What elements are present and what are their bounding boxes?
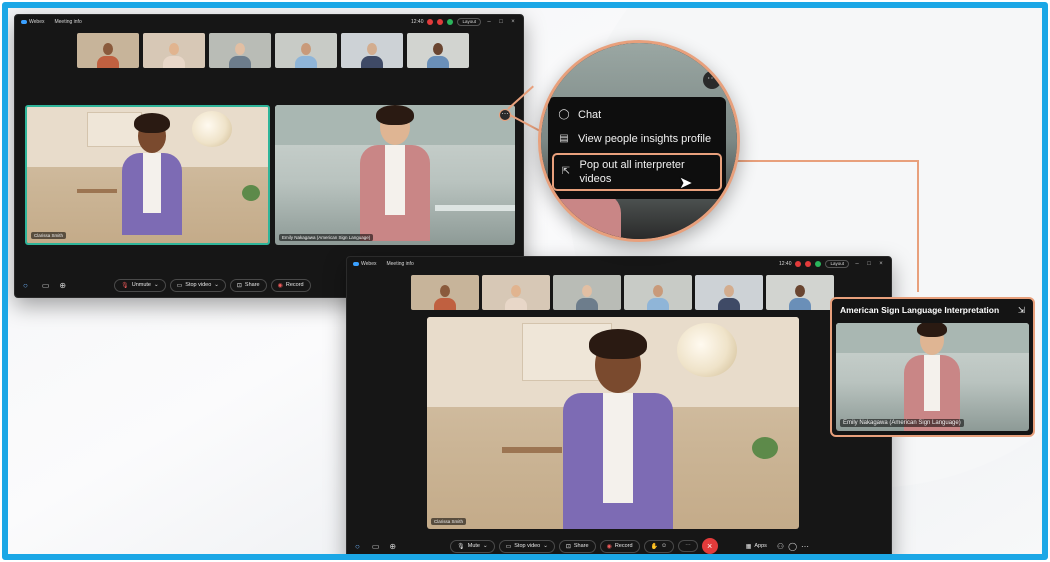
status-dot-green-icon — [447, 19, 454, 25]
maximize-icon[interactable]: □ — [865, 261, 873, 267]
pop-in-icon[interactable]: ⇲ — [1018, 305, 1025, 316]
video-tile-active-speaker[interactable]: Clarissa Smith — [25, 105, 270, 245]
clock: 12:40 — [410, 19, 424, 25]
interpreter-video[interactable]: Emily Nakagawa (American Sign Language) — [836, 323, 1029, 431]
participant-context-menu: ◯ Chat ▤ View people insights profile ⇱ Pop… — [548, 97, 726, 199]
participant-name-label: Clarissa Smith — [431, 518, 467, 525]
status-dot-red-icon — [795, 261, 802, 267]
clock: 12:40 — [778, 261, 792, 267]
participant-thumb[interactable] — [482, 275, 550, 310]
webex-assistant-icon[interactable]: ○ — [23, 281, 28, 290]
apps-button[interactable]: ▦ Apps — [740, 541, 773, 552]
maximize-icon[interactable]: □ — [497, 19, 505, 25]
stop-video-button[interactable]: ▭ Stop video ⌄ — [498, 539, 555, 553]
mute-button[interactable]: 🎙 Mute ⌄ — [450, 539, 495, 553]
participant-thumb[interactable] — [407, 33, 469, 68]
unmute-button[interactable]: 🎙 Unmute ⌄ — [114, 278, 166, 292]
participant-name-label: Emily Nakagawa (American Sign Language) — [279, 234, 374, 241]
video-tile-main[interactable]: Clarissa Smith — [427, 317, 799, 529]
participant-thumb[interactable] — [695, 275, 763, 310]
menu-item-chat[interactable]: ◯ Chat — [548, 103, 726, 127]
record-button[interactable]: ◉ Record — [599, 539, 640, 553]
panel-title: American Sign Language Interpretation — [840, 305, 1000, 315]
participant-thumb[interactable] — [77, 33, 139, 68]
chat-panel-icon[interactable]: ◯ — [788, 542, 797, 551]
language-globe-icon[interactable]: ⊕ — [389, 542, 396, 551]
profile-card-icon: ▤ — [559, 133, 569, 144]
video-tile-interpreter[interactable]: Emily Nakagawa (American Sign Language) … — [275, 105, 515, 245]
magnified-menu-callout: ⋯ ◯ Chat ▤ View people insights profile ⇱ P… — [538, 40, 740, 242]
captions-icon[interactable]: ▭ — [42, 281, 50, 290]
webex-logo: Webex — [353, 261, 376, 267]
participant-thumb[interactable] — [624, 275, 692, 310]
close-icon[interactable]: × — [877, 261, 885, 267]
menu-item-people-insights[interactable]: ▤ View people insights profile — [548, 127, 726, 151]
language-globe-icon[interactable]: ⊕ — [59, 281, 66, 290]
reactions-button[interactable]: ✋ ☺ — [643, 539, 675, 553]
more-options-button[interactable]: ⋯ — [703, 71, 721, 89]
status-dot-red-icon — [427, 19, 434, 25]
layout-button[interactable]: Layout — [457, 18, 481, 26]
chat-icon: ◯ — [558, 109, 570, 120]
leave-meeting-button[interactable]: × — [701, 538, 718, 554]
participant-thumb[interactable] — [766, 275, 834, 310]
close-icon[interactable]: × — [509, 19, 517, 25]
meeting-info-tab[interactable]: Meeting info — [54, 19, 81, 25]
pop-out-icon: ⇱ — [561, 166, 570, 177]
interpreter-name-label: Emily Nakagawa (American Sign Language) — [840, 419, 964, 427]
record-button[interactable]: ◉ Record — [270, 278, 311, 292]
layout-button[interactable]: Layout — [825, 260, 849, 268]
share-button[interactable]: ⊡ Share — [229, 278, 267, 292]
webex-assistant-icon[interactable]: ○ — [355, 542, 360, 551]
participant-thumb[interactable] — [209, 33, 271, 68]
participant-thumb[interactable] — [341, 33, 403, 68]
participant-strip — [77, 33, 469, 68]
more-button[interactable]: ⋯ — [678, 540, 698, 552]
status-dot-green-icon — [815, 261, 822, 267]
title-bar: Webex Meeting info 12:40 Layout – □ × — [347, 257, 891, 271]
captions-icon[interactable]: ▭ — [372, 542, 380, 551]
status-dot-red-icon — [437, 19, 444, 25]
panel-connector — [917, 160, 919, 292]
status-dot-red-icon — [805, 261, 812, 267]
more-options-icon[interactable]: ⋯ — [801, 542, 809, 551]
minimize-icon[interactable]: – — [485, 19, 493, 25]
participants-icon[interactable]: ⚇ — [777, 542, 784, 551]
title-bar: Webex Meeting info 12:40 Layout – □ × — [15, 15, 523, 29]
panel-connector — [718, 160, 918, 162]
stop-video-button[interactable]: ▭ Stop video ⌄ — [169, 278, 226, 292]
participant-thumb[interactable] — [553, 275, 621, 310]
minimize-icon[interactable]: – — [853, 261, 861, 267]
participant-strip — [411, 275, 834, 310]
webex-logo: Webex — [21, 19, 44, 25]
participant-thumb[interactable] — [411, 275, 479, 310]
mouse-cursor-icon: ➤ — [679, 175, 693, 192]
share-button[interactable]: ⊡ Share — [558, 539, 596, 553]
participant-name-label: Clarissa Smith — [31, 232, 67, 239]
meeting-toolbar: ○ ▭ ⊕ 🎙 Mute ⌄ ▭ Stop video ⌄ ⊡ Share ◉ Reco… — [347, 537, 891, 554]
interpreter-popout-panel: American Sign Language Interpretation ⇲ E… — [830, 297, 1035, 437]
participant-thumb[interactable] — [275, 33, 337, 68]
screenshot-frame: Webex Meeting info 12:40 Layout – □ × Cl… — [2, 2, 1048, 560]
meeting-window-large: Webex Meeting info 12:40 Layout – □ × Cl… — [346, 256, 892, 554]
participant-thumb[interactable] — [143, 33, 205, 68]
meeting-info-tab[interactable]: Meeting info — [386, 261, 413, 267]
menu-item-pop-out-interpreters[interactable]: ⇱ Pop out all interpreter videos — [552, 153, 722, 191]
